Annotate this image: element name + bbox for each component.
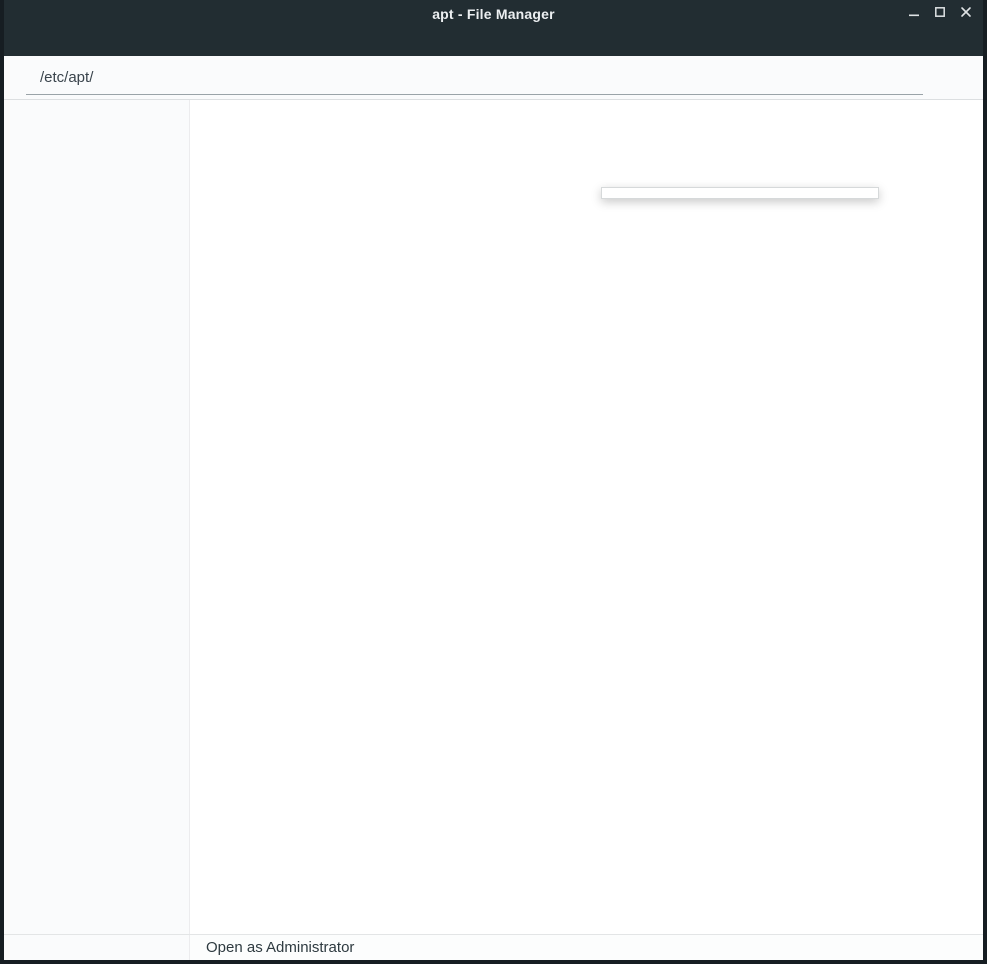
sidebar: [4, 100, 190, 934]
file-manager-window: apt - File Manager /etc/apt/ Open as Adm…: [0, 0, 987, 964]
window-controls: [905, 0, 975, 28]
status-text: Open as Administrator: [206, 939, 354, 956]
maximize-icon: [934, 5, 946, 23]
file-view[interactable]: [190, 100, 983, 934]
maximize-button[interactable]: [931, 5, 949, 23]
statusbar-sidebar-area: [4, 935, 190, 960]
minimize-button[interactable]: [905, 5, 923, 23]
path-bar[interactable]: /etc/apt/: [26, 61, 923, 95]
context-menu: [601, 187, 879, 199]
close-button[interactable]: [957, 5, 975, 23]
path-text: /etc/apt/: [40, 69, 93, 86]
titlebar: apt - File Manager: [4, 0, 983, 28]
statusbar: Open as Administrator: [4, 934, 983, 960]
refresh-button[interactable]: [937, 61, 971, 95]
menubar: [4, 28, 983, 56]
statusbar-main: Open as Administrator: [190, 935, 983, 960]
window-title: apt - File Manager: [4, 6, 983, 22]
minimize-icon: [908, 5, 920, 23]
close-icon: [960, 5, 972, 23]
toolbar: /etc/apt/: [4, 56, 983, 100]
